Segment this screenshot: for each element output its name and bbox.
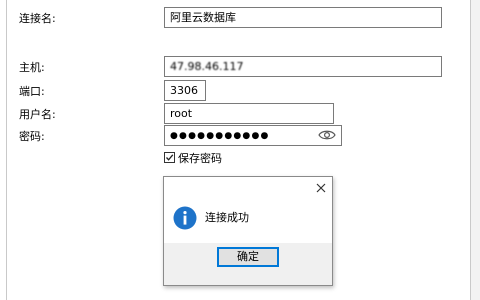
- dialog-body: 连接成功: [164, 199, 332, 243]
- checkmark-icon: [166, 154, 174, 161]
- ok-button[interactable]: 确定: [217, 247, 279, 267]
- window-left-border: [6, 0, 7, 300]
- username-input[interactable]: root: [164, 103, 334, 124]
- show-password-eye-icon[interactable]: [318, 128, 336, 142]
- host-label: 主机:: [19, 61, 45, 74]
- connection-success-dialog: 连接成功 确定: [163, 176, 333, 286]
- window-scroll-edge: [471, 0, 480, 300]
- port-input[interactable]: 3306: [164, 80, 206, 101]
- host-input[interactable]: 47.98.46.117: [164, 56, 442, 77]
- connection-name-label: 连接名:: [19, 12, 56, 25]
- password-label: 密码:: [19, 130, 45, 143]
- dialog-message: 连接成功: [205, 211, 249, 224]
- save-password-checkbox[interactable]: [164, 152, 175, 163]
- username-label: 用户名:: [19, 108, 56, 121]
- close-icon[interactable]: [314, 181, 328, 195]
- save-password-label: 保存密码: [178, 151, 222, 165]
- password-input[interactable]: ●●●●●●●●●●●: [164, 125, 342, 146]
- host-value: 47.98.46.117: [170, 60, 244, 73]
- info-icon: [173, 206, 197, 230]
- port-label: 端口:: [19, 85, 45, 98]
- save-password-option[interactable]: 保存密码: [164, 151, 222, 165]
- connection-name-input[interactable]: 阿里云数据库: [164, 7, 442, 28]
- dialog-footer: 确定: [164, 243, 332, 285]
